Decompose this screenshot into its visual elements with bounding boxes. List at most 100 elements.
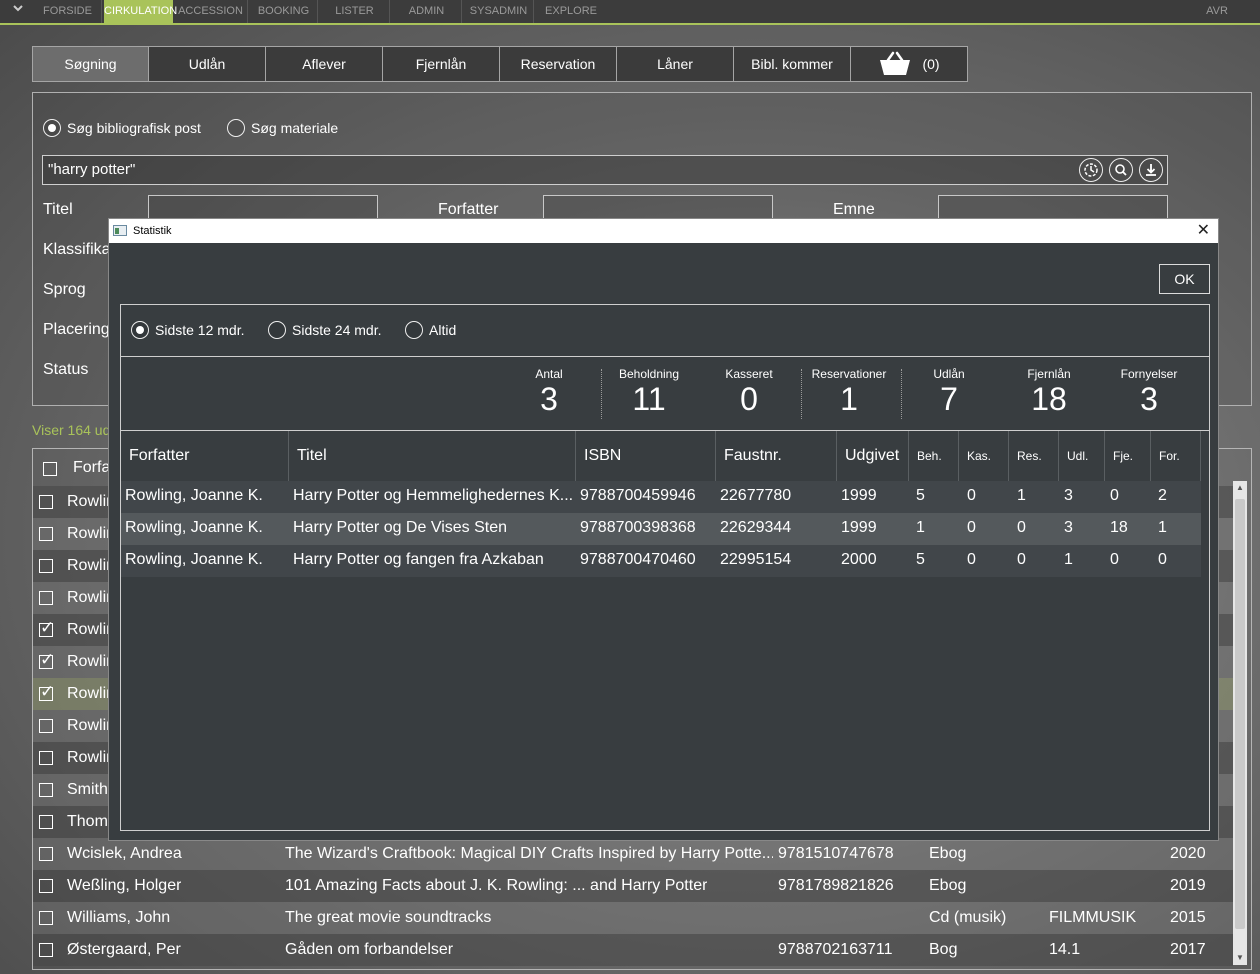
cell-titel: Harry Potter og De Vises Sten (293, 519, 508, 536)
row-checkbox[interactable] (39, 943, 53, 957)
cell-beh: 5 (916, 551, 925, 568)
column-header-res[interactable]: Res. (1009, 431, 1059, 481)
stat-label: Udlån (933, 367, 965, 381)
cell-type: Cd (musik) (929, 909, 1007, 926)
table-row[interactable]: Østergaard, Per Gåden om forbandelser 9788… (33, 934, 1233, 966)
row-checkbox[interactable] (39, 682, 54, 702)
column-header-forfatter[interactable]: Forfatter (121, 431, 289, 481)
radio-search-bibliographic[interactable]: Søg bibliografisk post (43, 119, 201, 137)
column-header-kas[interactable]: Kas. (959, 431, 1009, 481)
row-checkbox[interactable] (39, 783, 53, 797)
ok-button[interactable]: OK (1159, 264, 1210, 294)
radio-label: Søg bibliografisk post (67, 120, 201, 136)
cell-author: Thom (67, 813, 108, 830)
cell-author: Rowlir (67, 621, 112, 638)
row-checkbox[interactable] (39, 815, 53, 829)
row-checkbox[interactable] (39, 495, 53, 509)
column-header-fje[interactable]: Fje. (1105, 431, 1151, 481)
download-icon[interactable] (1139, 158, 1163, 182)
label-titel: Titel (43, 201, 73, 218)
scrollbar-thumb[interactable] (1235, 499, 1245, 929)
select-all-checkbox[interactable] (43, 462, 57, 476)
column-header-isbn[interactable]: ISBN (576, 431, 716, 481)
menu-sysadmin[interactable]: SYSADMIN (464, 0, 534, 23)
tab-reservation[interactable]: Reservation (500, 46, 617, 82)
top-menu-bar: FORSIDE CIRKULATION ACCESSION BOOKING LI… (0, 0, 1260, 25)
column-header-udgivet[interactable]: Udgivet (837, 431, 909, 481)
column-header-faustnr[interactable]: Faustnr. (716, 431, 837, 481)
table-row[interactable]: Rowling, Joanne K. Harry Potter og De Vis… (121, 513, 1201, 545)
radio-label: Sidste 24 mdr. (292, 322, 382, 338)
cell-isbn: 9788700459946 (580, 487, 696, 504)
row-checkbox[interactable] (39, 719, 53, 733)
menu-accession[interactable]: ACCESSION (174, 0, 248, 23)
stat-value: 3 (540, 381, 558, 417)
radio-search-material[interactable]: Søg materiale (227, 119, 338, 137)
radio-dot (268, 321, 286, 339)
column-header-forfatter[interactable]: Forfa (73, 459, 110, 477)
cell-type: Bog (929, 941, 958, 958)
row-checkbox[interactable] (39, 559, 53, 573)
row-checkbox[interactable] (39, 527, 53, 541)
statistics-summary: Antal 3 Beholdning 11 Kasseret 0 Reserva… (121, 357, 1209, 431)
column-header-for[interactable]: For. (1151, 431, 1201, 481)
row-checkbox[interactable] (39, 879, 53, 893)
cell-class: FILMMUSIK (1049, 909, 1137, 926)
radio-period-12[interactable]: Sidste 12 mdr. (131, 321, 245, 339)
radio-period-altid[interactable]: Altid (405, 321, 456, 339)
cell-year: 2017 (1170, 941, 1206, 958)
tab-fjernlan[interactable]: Fjernlån (383, 46, 500, 82)
table-row[interactable]: Weßling, Holger 101 Amazing Facts about J… (33, 870, 1233, 902)
stat-value: 0 (740, 381, 758, 417)
cell-type: Ebog (929, 845, 967, 862)
cell-author: Rowlir (67, 525, 112, 542)
column-header-titel[interactable]: Titel (289, 431, 576, 481)
cell-for: 0 (1158, 551, 1167, 568)
history-icon[interactable] (1079, 158, 1103, 182)
tab-bibl-kommer[interactable]: Bibl. kommer (734, 46, 851, 82)
tab-sogning[interactable]: Søgning (32, 46, 149, 82)
results-scrollbar[interactable]: ▲ ▼ (1233, 481, 1247, 965)
menu-explore[interactable]: EXPLORE (536, 0, 606, 23)
column-header-beh[interactable]: Beh. (909, 431, 959, 481)
tab-laner[interactable]: Låner (617, 46, 734, 82)
cell-udgivet: 1999 (841, 519, 877, 536)
radio-period-24[interactable]: Sidste 24 mdr. (268, 321, 382, 339)
table-row[interactable]: Williams, John The great movie soundtrack… (33, 902, 1233, 934)
cell-udgivet: 2000 (841, 551, 877, 568)
user-initials[interactable]: AVR (1182, 0, 1252, 23)
tab-basket[interactable]: (0) (851, 46, 968, 82)
search-icon[interactable] (1109, 158, 1133, 182)
row-checkbox[interactable] (39, 618, 54, 638)
stat-udlan: Udlån 7 (901, 367, 997, 415)
tab-aflever[interactable]: Aflever (266, 46, 383, 82)
search-input[interactable]: "harry potter" (42, 155, 1168, 185)
table-row[interactable]: Rowling, Joanne K. Harry Potter og fangen… (121, 545, 1201, 577)
row-checkbox[interactable] (39, 847, 53, 861)
menu-cirkulation[interactable]: CIRKULATION (104, 0, 177, 23)
menu-lister[interactable]: LISTER (320, 0, 390, 23)
close-icon[interactable]: ✕ (1197, 219, 1210, 243)
scroll-down-icon[interactable]: ▼ (1233, 951, 1247, 965)
menu-admin[interactable]: ADMIN (392, 0, 462, 23)
basket-icon (880, 51, 911, 75)
table-row[interactable]: Wcislek, Andrea The Wizard's Craftbook: M… (33, 838, 1233, 870)
cell-author: Rowlir (67, 685, 112, 702)
column-header-udl[interactable]: Udl. (1059, 431, 1105, 481)
row-checkbox[interactable] (39, 650, 54, 670)
row-checkbox[interactable] (39, 911, 53, 925)
scroll-up-icon[interactable]: ▲ (1233, 481, 1247, 495)
table-row[interactable]: Rowling, Joanne K. Harry Potter og Hemmel… (121, 481, 1201, 513)
cell-res: 1 (1017, 487, 1026, 504)
chevron-down-icon[interactable] (8, 2, 28, 22)
stat-value: 7 (940, 381, 958, 417)
radio-dot (227, 119, 245, 137)
row-checkbox[interactable] (39, 591, 53, 605)
menu-forside[interactable]: FORSIDE (34, 0, 102, 23)
row-checkbox[interactable] (39, 751, 53, 765)
stat-label: Kasseret (725, 367, 773, 381)
stat-label: Antal (535, 367, 563, 381)
cell-res: 0 (1017, 551, 1026, 568)
menu-booking[interactable]: BOOKING (250, 0, 318, 23)
tab-udlan[interactable]: Udlån (149, 46, 266, 82)
